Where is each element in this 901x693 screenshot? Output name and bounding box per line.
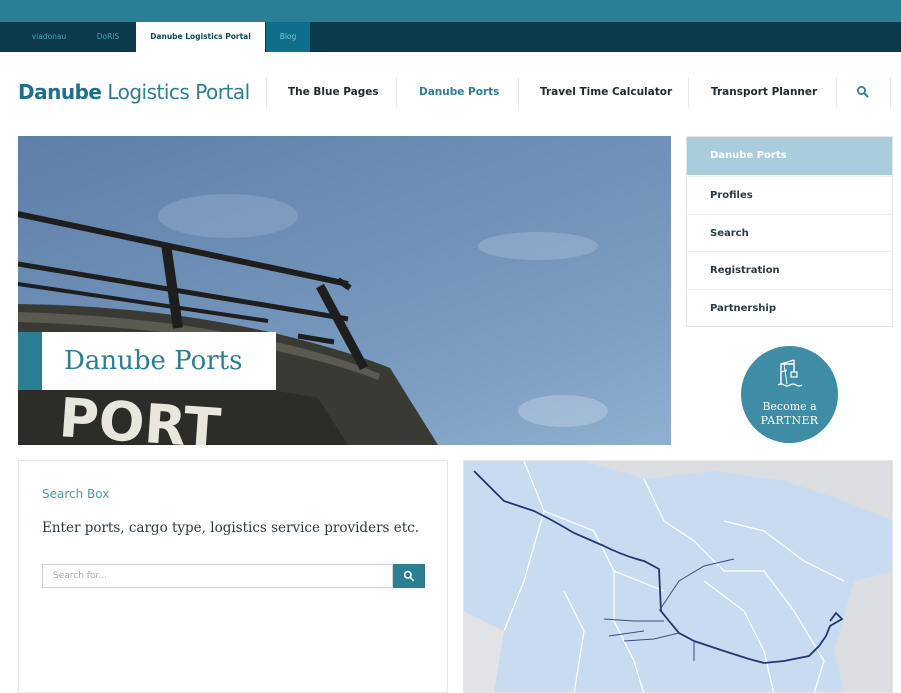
nav-divider xyxy=(396,78,397,108)
search-box-description: Enter ports, cargo type, logistics servi… xyxy=(42,520,420,536)
sidebar-item-label: Profiles xyxy=(710,190,753,201)
logo-rest: Logistics Portal xyxy=(101,80,250,104)
sidebar-item-search[interactable]: Search xyxy=(687,214,892,252)
nav-danube-ports[interactable]: Danube Ports xyxy=(419,86,499,98)
nav-divider xyxy=(836,78,837,108)
sidebar-item-label: Registration xyxy=(710,265,780,276)
top-tab-blog[interactable]: Blog xyxy=(266,22,310,52)
crane-icon xyxy=(777,359,803,387)
nav-divider xyxy=(688,78,689,108)
sidebar-item-profiles[interactable]: Profiles xyxy=(687,176,892,214)
hero-banner: PORT Danube Ports xyxy=(18,136,671,445)
nav-transport-planner[interactable]: Transport Planner xyxy=(711,86,817,98)
danube-map[interactable] xyxy=(463,460,893,693)
nav-the-blue-pages[interactable]: The Blue Pages xyxy=(288,86,379,98)
hero-title-box: Danube Ports xyxy=(42,332,276,390)
hero-photo: PORT xyxy=(18,194,608,445)
nav-travel-time-calculator[interactable]: Travel Time Calculator xyxy=(540,86,672,98)
search-icon xyxy=(403,570,415,582)
top-tab-bar: viadonau DoRIS Danube Logistics Portal B… xyxy=(0,22,901,52)
hero-title-accent xyxy=(18,332,42,390)
nav-divider xyxy=(518,78,519,108)
sidebar-item-label: Search xyxy=(710,228,749,239)
search-box-heading: Search Box xyxy=(42,487,110,501)
top-band xyxy=(0,0,901,22)
become-partner-button[interactable]: Become a PARTNER xyxy=(741,346,838,443)
search-input[interactable] xyxy=(42,564,393,588)
search-submit-button[interactable] xyxy=(393,564,425,588)
sidebar-item-label: Danube Ports xyxy=(710,150,787,161)
top-tab-doris[interactable]: DoRIS xyxy=(84,22,132,52)
sidebar-item-registration[interactable]: Registration xyxy=(687,251,892,289)
site-logo[interactable]: Danube Logistics Portal xyxy=(18,80,250,104)
sidebar-menu: Danube Ports Profiles Search Registratio… xyxy=(686,136,893,327)
hull-painted-text: PORT xyxy=(57,386,223,445)
nav-divider xyxy=(266,78,267,108)
sidebar-item-danube-ports[interactable]: Danube Ports xyxy=(687,137,892,175)
nav-divider xyxy=(890,78,891,108)
top-tab-viadonau[interactable]: viadonau xyxy=(18,22,80,52)
sidebar-item-label: Partnership xyxy=(710,303,777,314)
top-tab-danube-logistics-portal[interactable]: Danube Logistics Portal xyxy=(136,22,265,52)
partner-label-line2: PARTNER xyxy=(760,414,819,427)
search-box-card: Search Box Enter ports, cargo type, logi… xyxy=(18,460,448,693)
hero-title: Danube Ports xyxy=(64,346,243,376)
logo-strong: Danube xyxy=(18,80,102,104)
sidebar-item-partnership[interactable]: Partnership xyxy=(687,289,892,327)
partner-label-line1: Become a xyxy=(762,400,817,413)
search-icon[interactable] xyxy=(856,84,870,98)
